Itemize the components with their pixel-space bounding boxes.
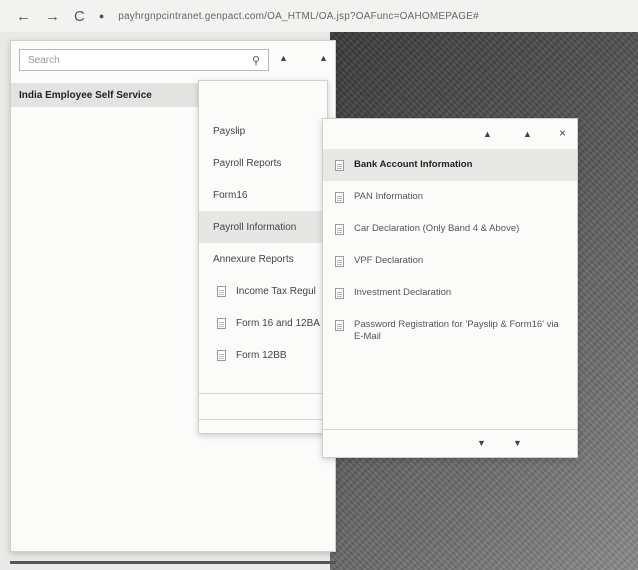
collapse-up-icon[interactable]: ▲ xyxy=(399,91,408,101)
collapse-up-icon[interactable]: ▲ xyxy=(523,129,532,139)
browser-toolbar: ← → C ● payhrgnpcintranet.genpact.com/OA… xyxy=(0,0,638,32)
menu-item-form-12bb[interactable]: Form 12BB xyxy=(199,339,327,371)
menu-item-label: PAN Information xyxy=(354,191,423,202)
menu-item-password-registration[interactable]: Password Registration for 'Payslip & For… xyxy=(323,309,577,353)
menu-item-label: Form 12BB xyxy=(236,349,287,361)
menu-item-vpf-declaration[interactable]: VPF Declaration xyxy=(323,245,577,277)
forward-icon[interactable]: → xyxy=(45,8,60,25)
document-icon xyxy=(335,288,344,299)
menu-item-bank-account-information[interactable]: Bank Account Information xyxy=(323,149,577,181)
divider xyxy=(199,419,327,420)
document-icon xyxy=(335,320,344,331)
menu-item-label: VPF Declaration xyxy=(354,255,424,266)
menu-item-label: Payslip xyxy=(213,125,246,137)
address-bar[interactable]: payhrgnpcintranet.genpact.com/OA_HTML/OA… xyxy=(118,11,479,22)
menu-item-label: Form 16 and 12BA xyxy=(236,317,320,329)
search-placeholder: Search xyxy=(28,54,60,66)
menu-item-label: Investment Declaration xyxy=(354,287,452,298)
payroll-information-panel: ▲ ▲ × Bank Account Information PAN Infor… xyxy=(322,118,578,458)
submenu-panel: ▲ ▲ × Payslip Payroll Reports Form16 Pay… xyxy=(198,80,444,434)
menu-item-label: Payroll Reports xyxy=(213,157,282,169)
document-icon xyxy=(335,224,344,235)
menu-item-annexure-reports[interactable]: Annexure Reports xyxy=(199,243,327,275)
collapse-up-icon[interactable]: ▲ xyxy=(361,91,370,101)
menu-item-form16[interactable]: Form16 xyxy=(199,179,327,211)
menu-item-label: Password Registration for 'Payslip & For… xyxy=(354,319,559,342)
sidebar-item-india-employee-self-service[interactable]: India Employee Self Service xyxy=(11,83,199,107)
menu-item-pan-information[interactable]: PAN Information xyxy=(323,181,577,213)
menu-item-payroll-reports[interactable]: Payroll Reports xyxy=(199,147,327,179)
menu-item-payslip[interactable]: Payslip xyxy=(199,115,327,147)
collapse-up-icon[interactable]: ▲ xyxy=(483,129,492,139)
document-icon xyxy=(335,256,344,267)
menu-item-car-declaration[interactable]: Car Declaration (Only Band 4 & Above) xyxy=(323,213,577,245)
document-icon xyxy=(217,285,226,297)
divider xyxy=(199,393,327,394)
chevron-down-icon[interactable]: ▼ xyxy=(513,438,522,448)
panel-footer: ▼ ▼ xyxy=(323,429,577,457)
menu-item-payroll-information[interactable]: Payroll Information xyxy=(199,211,327,243)
menu-item-label: Car Declaration (Only Band 4 & Above) xyxy=(354,223,520,234)
document-icon xyxy=(335,192,344,203)
payroll-information-list: Bank Account Information PAN Information… xyxy=(323,149,577,353)
submenu-list: Payslip Payroll Reports Form16 Payroll I… xyxy=(199,115,327,371)
close-icon[interactable]: × xyxy=(437,88,444,102)
menu-item-label: Payroll Information xyxy=(213,221,297,233)
menu-item-income-tax[interactable]: Income Tax Regul xyxy=(199,275,327,307)
menu-item-investment-declaration[interactable]: Investment Declaration xyxy=(323,277,577,309)
menu-item-label: Income Tax Regul xyxy=(236,285,316,297)
menu-item-label: Bank Account Information xyxy=(354,159,473,170)
sidebar-item-label: India Employee Self Service xyxy=(19,89,152,101)
lock-icon: ● xyxy=(98,11,105,21)
document-icon xyxy=(217,349,226,361)
search-icon[interactable]: ⚲ xyxy=(252,54,260,67)
collapse-up-icon[interactable]: ▲ xyxy=(319,53,328,63)
back-icon[interactable]: ← xyxy=(16,8,31,25)
document-icon xyxy=(335,159,344,171)
close-icon[interactable]: × xyxy=(559,126,566,140)
document-icon xyxy=(217,317,226,329)
search-input[interactable]: Search ⚲ xyxy=(19,49,269,71)
reload-icon[interactable]: C xyxy=(74,8,85,25)
menu-item-label: Form16 xyxy=(213,189,248,201)
horizontal-scrollbar[interactable] xyxy=(10,561,336,564)
menu-item-label: Annexure Reports xyxy=(213,253,294,265)
menu-item-form-16-12ba[interactable]: Form 16 and 12BA xyxy=(199,307,327,339)
chevron-down-icon[interactable]: ▼ xyxy=(477,438,486,448)
collapse-up-icon[interactable]: ▲ xyxy=(279,53,288,63)
